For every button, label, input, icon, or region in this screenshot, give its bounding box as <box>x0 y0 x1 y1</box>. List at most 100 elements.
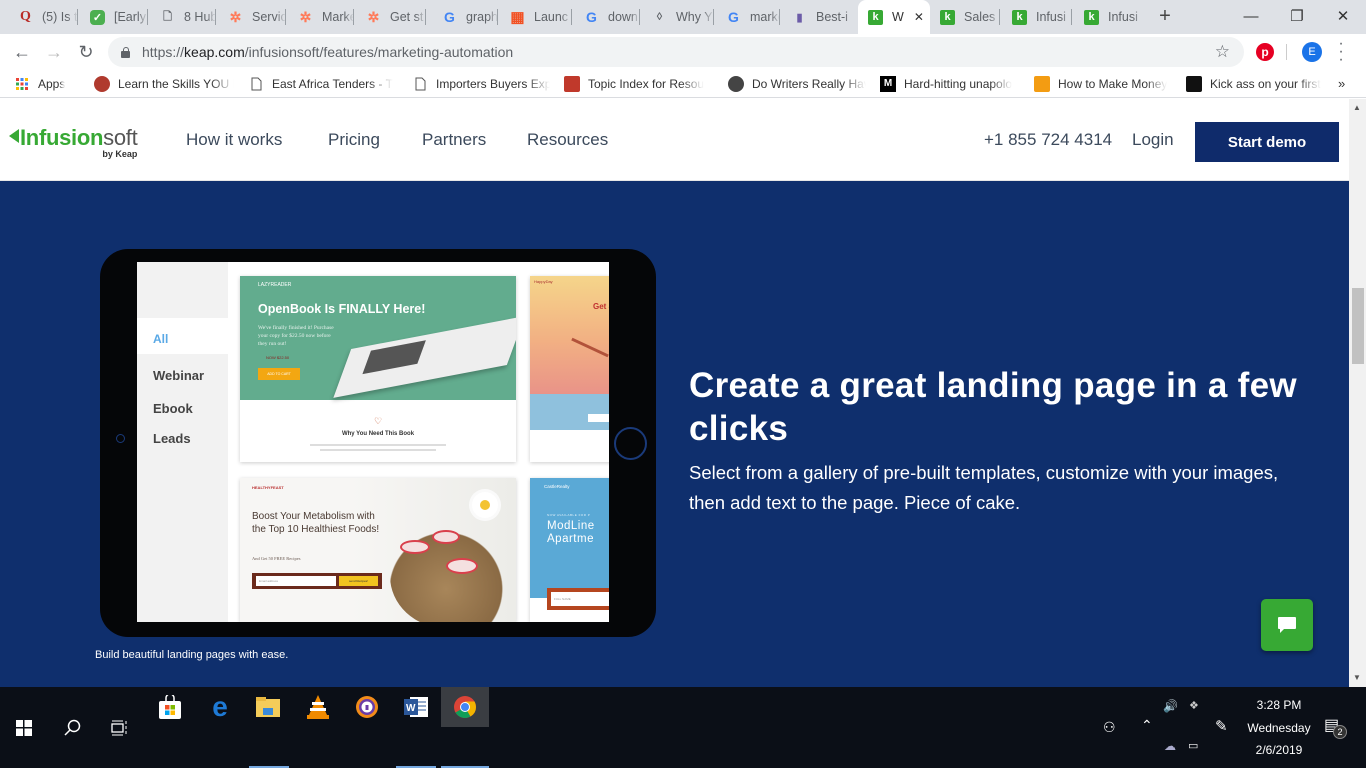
tab-separator <box>639 9 640 25</box>
address-bar[interactable]: https://keap.com/infusionsoft/features/m… <box>108 37 1244 67</box>
metabolism-brand: HEALTHYFEAST <box>252 485 284 490</box>
lock-icon <box>120 47 130 58</box>
reload-button[interactable]: ↻ <box>72 38 100 66</box>
pinterest-extension-icon[interactable]: p <box>1256 43 1274 61</box>
edge-app[interactable]: e <box>200 687 240 727</box>
logo-leaf-icon <box>9 129 19 143</box>
bookmark-label: How to Make Money <box>1058 76 1168 91</box>
page-scrollbar[interactable]: ▲ ▼ <box>1349 99 1366 687</box>
metabolism-email-input: Email address <box>256 576 336 586</box>
bookmark-item[interactable]: Importers Buyers Exp <box>412 76 550 92</box>
url-host: keap.com <box>184 44 245 60</box>
keap-icon: k <box>1012 9 1027 25</box>
tab[interactable]: Gmarke <box>716 0 780 34</box>
url-text[interactable]: https://keap.com/infusionsoft/features/m… <box>142 44 513 60</box>
task-view-button[interactable] <box>96 687 144 768</box>
search-button[interactable] <box>48 687 96 768</box>
file-explorer-app[interactable] <box>248 687 288 727</box>
bookmark-item[interactable]: Do Writers Really Hav <box>728 75 866 92</box>
scrollbar-thumb[interactable] <box>1352 288 1364 364</box>
infusionsoft-logo[interactable]: Infusionsoft by Keap <box>9 125 138 161</box>
bookmark-item[interactable]: East Africa Tenders - T <box>248 76 398 92</box>
people-icon[interactable]: ⚇ <box>1103 719 1116 736</box>
login-link[interactable]: Login <box>1132 130 1174 150</box>
nav-partners[interactable]: Partners <box>422 130 486 150</box>
notification-count-badge: 2 <box>1333 725 1347 739</box>
tab[interactable]: Gdown <box>574 0 640 34</box>
chat-widget-button[interactable] <box>1261 599 1313 651</box>
onedrive-sync-icon[interactable]: ☁ <box>1164 739 1176 753</box>
bookmark-item[interactable]: Topic Index for Resou <box>564 75 714 92</box>
tab-separator <box>77 9 78 25</box>
bookmark-label: Apps <box>38 76 66 91</box>
tab[interactable]: ▦ Launc <box>500 0 572 34</box>
template-card-metabolism: HEALTHYFEAST Boost Your Metabolism with … <box>240 478 516 622</box>
scroll-down-arrow-icon[interactable]: ▼ <box>1353 673 1361 682</box>
bookmarks-overflow-button[interactable]: » <box>1338 76 1345 91</box>
tab[interactable]: ✲ Servic <box>218 0 286 34</box>
nav-how-it-works[interactable]: How it works <box>186 130 282 150</box>
clock-day[interactable]: Wednesday <box>1237 721 1321 735</box>
kebab-menu-icon[interactable]: · · · <box>1336 36 1346 68</box>
tab-active[interactable]: k W ✕ <box>858 0 930 34</box>
tab[interactable]: Ggraph <box>432 0 498 34</box>
clock-time[interactable]: 3:28 PM <box>1237 698 1321 712</box>
avast-browser-app[interactable] <box>347 687 387 727</box>
scroll-up-arrow-icon[interactable]: ▲ <box>1353 103 1361 112</box>
volume-icon[interactable]: 🔊 <box>1163 699 1178 713</box>
tab-title: graph <box>466 10 498 24</box>
tab[interactable]: k Sales <box>930 0 1000 34</box>
nav-pricing[interactable]: Pricing <box>328 130 380 150</box>
google-icon: G <box>728 9 739 25</box>
bookmark-star-icon[interactable]: ☆ <box>1215 42 1230 62</box>
google-icon: G <box>444 9 455 25</box>
tab[interactable]: 🗋 8 Hub <box>150 0 216 34</box>
clock-date[interactable]: 2/6/2019 <box>1237 743 1321 757</box>
pen-ink-icon[interactable]: ✎ <box>1215 717 1228 735</box>
forward-button[interactable]: → <box>40 38 68 66</box>
start-demo-button[interactable]: Start demo <box>1195 122 1339 162</box>
vlc-app[interactable] <box>298 687 338 727</box>
bookmark-label: Topic Index for Resou <box>588 76 705 91</box>
tab[interactable]: k Infusi <box>1002 0 1072 34</box>
dropbox-icon[interactable]: ❖ <box>1189 699 1199 712</box>
chrome-app[interactable] <box>441 687 489 727</box>
word-app[interactable]: W <box>396 687 436 727</box>
bars-icon: ▮ <box>796 11 803 24</box>
site-header: Infusionsoft by Keap How it works Pricin… <box>0 99 1349 181</box>
show-hidden-icons-chevron[interactable]: ⌃ <box>1141 717 1153 734</box>
reload-icon: ↻ <box>78 41 94 62</box>
tab-title: Why Y <box>676 10 713 24</box>
maximize-button[interactable]: ❐ <box>1274 0 1320 32</box>
template-card-happyday: HappyDay Get S <box>530 276 609 462</box>
battery-icon[interactable]: ▭ <box>1188 739 1198 752</box>
close-window-button[interactable]: ✕ <box>1320 0 1366 32</box>
bookmark-item[interactable]: M Hard-hitting unapolo <box>880 75 1020 92</box>
folder-icon <box>256 697 280 717</box>
tab[interactable]: ▮ Best-i <box>782 0 856 34</box>
hubspot-icon: ✲ <box>367 8 380 25</box>
tab[interactable]: ✲ Get st <box>356 0 426 34</box>
bookmark-item[interactable]: Learn the Skills YOU N <box>94 75 234 92</box>
tab[interactable]: ✓ [Early <box>80 0 148 34</box>
edge-icon: e <box>212 691 228 722</box>
bookmark-item[interactable]: Apps <box>14 76 80 92</box>
tab[interactable]: k Infusi <box>1074 0 1144 34</box>
tab[interactable]: ✲ Marke <box>288 0 354 34</box>
tab[interactable]: ◊ Why Y <box>642 0 714 34</box>
nav-resources[interactable]: Resources <box>527 130 608 150</box>
close-tab-icon[interactable]: ✕ <box>914 10 924 24</box>
back-button[interactable]: ← <box>8 38 36 66</box>
filter-leads: Leads <box>153 431 191 446</box>
profile-avatar[interactable]: E <box>1302 42 1322 62</box>
google-icon: G <box>586 9 597 25</box>
bookmark-item[interactable]: How to Make Money <box>1034 75 1172 92</box>
site-icon <box>1186 75 1202 92</box>
phone-link[interactable]: +1 855 724 4314 <box>984 130 1112 150</box>
new-tab-button[interactable]: + <box>1154 5 1176 28</box>
tab[interactable]: Q (5) Is t <box>8 0 78 34</box>
bookmark-item[interactable]: Kick ass on your first <box>1186 75 1326 92</box>
store-app[interactable] <box>150 687 190 727</box>
start-button[interactable] <box>0 687 48 768</box>
minimize-button[interactable]: — <box>1228 0 1274 32</box>
